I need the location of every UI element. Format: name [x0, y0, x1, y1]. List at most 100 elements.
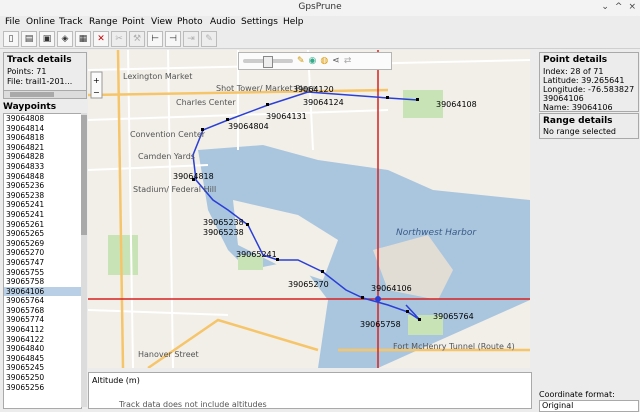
svg-text:+: + [93, 76, 100, 85]
close-icon[interactable]: × [628, 2, 636, 12]
ruler-icon[interactable]: ✎ [297, 56, 305, 66]
map-label: Charles Center [176, 98, 236, 107]
minimize-icon[interactable]: ⌄ [601, 2, 609, 12]
waypoint-list-item[interactable]: 39065245 [4, 363, 81, 373]
waypoint-list-item[interactable]: 39065269 [4, 239, 81, 249]
autopan-icon[interactable]: ⇄ [344, 56, 352, 66]
waypoint-list-item[interactable]: 39065256 [4, 383, 81, 393]
waypoint-list-item[interactable]: 39065270 [4, 248, 81, 258]
menu-track[interactable]: Track [59, 17, 83, 27]
scale-icon[interactable]: ◍ [320, 56, 328, 66]
waypoint-list-item[interactable]: 39064112 [4, 325, 81, 335]
save-icon[interactable]: ▣ [39, 31, 55, 47]
waypoint-list[interactable]: 39064808 39064814 39064818 39064821 39064828… [3, 113, 82, 409]
menu-audio[interactable]: Audio [210, 17, 236, 27]
connect-icon[interactable]: ⇥ [183, 31, 199, 47]
waypoint-label: 39065758 [360, 320, 401, 329]
menu-online[interactable]: Online [26, 17, 55, 27]
waypoint-scroll-thumb[interactable] [81, 115, 87, 235]
waypoint-list-item[interactable]: 39065755 [4, 268, 81, 278]
waypoint-list-item[interactable]: 39065261 [4, 220, 81, 230]
waypoint-list-item[interactable]: 39065768 [4, 306, 81, 316]
window-title: GpsPrune [298, 2, 342, 12]
altitude-header: Altitude (m) [92, 376, 140, 385]
waypoints-header: Waypoints [3, 102, 57, 112]
menu-settings[interactable]: Settings [241, 17, 278, 27]
edit-tool-icon[interactable]: ⚒ [129, 31, 145, 47]
open-file-icon[interactable]: ▤ [21, 31, 37, 47]
load-gps-icon[interactable]: ◈ [57, 31, 73, 47]
waypoint-scrollbar[interactable] [81, 113, 87, 407]
waypoint-label: 39064120 [293, 85, 334, 94]
coordinate-format-label: Coordinate format: [539, 390, 615, 399]
menu-range[interactable]: Range [89, 17, 118, 27]
point-longitude: Longitude: -76.583827 [543, 85, 635, 94]
waypoint-list-item[interactable]: 39064818 [4, 133, 81, 143]
waypoint-list-item[interactable]: 39065265 [4, 229, 81, 239]
set-range-end-icon[interactable]: ⊣ [165, 31, 181, 47]
waypoint-list-item[interactable]: 39065250 [4, 373, 81, 383]
waypoint-list-item[interactable]: 39065236 [4, 181, 81, 191]
svg-text:−: − [93, 88, 100, 97]
file-hscroll[interactable] [3, 90, 87, 99]
pencil-icon[interactable]: ✎ [201, 31, 217, 47]
waypoint-list-item[interactable]: 39064821 [4, 143, 81, 153]
waypoint-list-item[interactable]: 39064845 [4, 354, 81, 364]
waypoint-list-item[interactable]: 39064828 [4, 152, 81, 162]
coordinate-format-value: Original [542, 401, 574, 410]
delete-range-icon[interactable]: ✂ [111, 31, 127, 47]
map-label: Fort McHenry Tunnel (Route 4) [393, 342, 515, 351]
waypoint-list-item[interactable]: 39065238 [4, 191, 81, 201]
map-control-bar: ✎ ◉ ◍ ⋖ ⇄ [238, 52, 392, 70]
waypoint-label: 39065238 [203, 218, 244, 227]
table-icon[interactable]: ▦ [75, 31, 91, 47]
waypoint-label: 39065241 [236, 250, 277, 259]
point-latitude: Latitude: 39.265641 [543, 76, 625, 85]
waypoint-list-item[interactable]: 39065241 [4, 200, 81, 210]
new-file-icon[interactable]: ▯ [3, 31, 19, 47]
point-index: Index: 28 of 71 [543, 67, 604, 76]
delete-point-icon[interactable]: ✕ [93, 31, 109, 47]
map-label: Lexington Market [123, 72, 193, 81]
map-label: Hanover Street [138, 350, 199, 359]
connect-points-icon[interactable]: ⋖ [332, 56, 340, 66]
point-details-box: Point details Index: 28 of 71 Latitude: … [539, 52, 639, 112]
waypoint-list-item[interactable]: 39064814 [4, 124, 81, 134]
menu-help[interactable]: Help [283, 17, 304, 27]
globe-icon[interactable]: ◉ [309, 56, 317, 66]
transparency-slider[interactable] [243, 56, 293, 68]
waypoint-list-item[interactable]: 39065241 [4, 210, 81, 220]
menu-file[interactable]: File [5, 17, 20, 27]
coordinate-format-select[interactable]: Original [539, 400, 639, 412]
waypoint-list-item[interactable]: 39064106 [4, 286, 81, 297]
waypoint-label: 39064818 [173, 172, 214, 181]
menu-photo[interactable]: Photo [177, 17, 203, 27]
waypoint-list-item[interactable]: 39064833 [4, 162, 81, 172]
maximize-icon[interactable]: ^ [615, 2, 623, 12]
slider-handle[interactable] [263, 56, 273, 68]
range-details-header: Range details [543, 116, 613, 126]
menu-view[interactable]: View [151, 17, 172, 27]
point-name: Name: 39064106 [543, 103, 613, 112]
waypoint-label: 39064106 [371, 284, 412, 293]
waypoint-label: 39065764 [433, 312, 474, 321]
right-panel: Point details Index: 28 of 71 Latitude: … [537, 50, 640, 412]
waypoint-list-item[interactable]: 39064808 [4, 114, 81, 124]
point-name-value: 39064106 [543, 94, 584, 103]
waypoint-list-item[interactable]: 39065758 [4, 277, 81, 287]
menu-point[interactable]: Point [122, 17, 144, 27]
waypoint-list-item[interactable]: 39065764 [4, 296, 81, 306]
map-view[interactable]: + − Lexington Market Charles Center Shot… [88, 50, 530, 368]
altitude-message: Track data does not include altitudes [119, 400, 267, 409]
set-range-start-icon[interactable]: ⊢ [147, 31, 163, 47]
waypoint-list-item[interactable]: 39064840 [4, 344, 81, 354]
waypoint-list-item[interactable]: 39065747 [4, 258, 81, 268]
waypoint-list-item[interactable]: 39064122 [4, 335, 81, 345]
waypoint-label: 39064108 [436, 100, 477, 109]
hscroll-thumb[interactable] [10, 92, 54, 97]
point-details-header: Point details [543, 55, 608, 65]
waypoint-list-item[interactable]: 39065774 [4, 315, 81, 325]
waypoint-list-item[interactable]: 39064848 [4, 172, 81, 182]
track-details-header: Track details [7, 55, 72, 65]
waypoint-label: 39065238 [203, 228, 244, 237]
